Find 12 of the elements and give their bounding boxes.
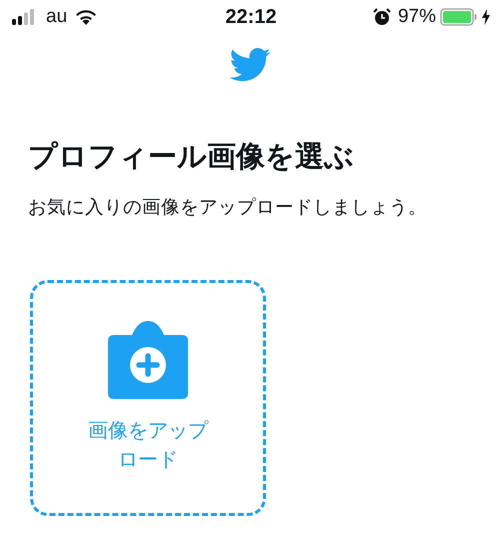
page-title: プロフィール画像を選ぶ: [28, 140, 355, 175]
status-time: 22:12: [225, 5, 277, 30]
carrier-name: au: [46, 4, 68, 29]
camera-add-icon: [108, 320, 188, 399]
alarm-icon: [372, 8, 391, 26]
battery-icon: [440, 8, 478, 26]
charging-bolt-icon: [482, 9, 490, 25]
wifi-icon: [75, 9, 98, 25]
upload-image-button[interactable]: 画像をアップロード: [30, 280, 266, 516]
page-subtitle: お気に入りの画像をアップロードしましょう。: [28, 194, 428, 219]
battery-percentage: 97%: [398, 4, 436, 29]
bird-logo-icon: [229, 48, 271, 82]
